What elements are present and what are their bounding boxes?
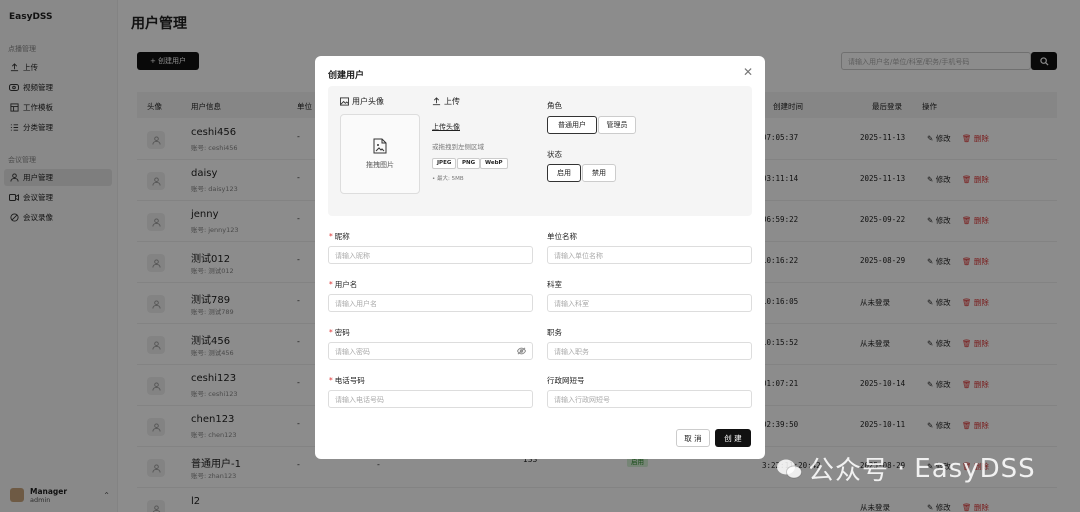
create-user-dialog: 创建用户 ✕ 用户头像 拖拽图片 上传 上传头像 或拖拽到左侧区域 JPEG P… bbox=[315, 56, 765, 459]
password-input[interactable]: 请输入密码 bbox=[328, 342, 533, 360]
nickname-label: * 昵称 bbox=[329, 232, 350, 241]
format-chip: PNG bbox=[457, 158, 481, 169]
username-input[interactable]: 请输入用户名 bbox=[328, 294, 533, 312]
upload-label-text: 上传 bbox=[444, 97, 460, 106]
cancel-button[interactable]: 取 消 bbox=[676, 429, 710, 447]
unit-input[interactable]: 请输入单位名称 bbox=[547, 246, 752, 264]
field-label: 电话号码 bbox=[334, 376, 365, 385]
image-file-icon bbox=[373, 138, 387, 154]
avatar-label: 用户头像 bbox=[340, 96, 384, 107]
field-label: 昵称 bbox=[334, 232, 350, 241]
avatar-dropzone[interactable]: 拖拽图片 bbox=[340, 114, 420, 194]
watermark: 公众号 · EasyDSS bbox=[776, 450, 1036, 487]
eye-off-icon[interactable] bbox=[517, 347, 526, 355]
short-number-label: 行政网短号 bbox=[547, 376, 585, 385]
status-option-disabled[interactable]: 禁用 bbox=[582, 164, 616, 182]
wechat-icon bbox=[777, 459, 802, 478]
department-input[interactable]: 请输入科室 bbox=[547, 294, 752, 312]
max-size-hint: • 最大: 5MB bbox=[432, 176, 464, 182]
watermark-dot: · bbox=[897, 453, 907, 484]
image-icon bbox=[340, 97, 349, 106]
upload-icon bbox=[432, 97, 441, 106]
dropzone-text: 拖拽图片 bbox=[366, 161, 394, 169]
role-label: 角色 bbox=[547, 101, 562, 110]
password-label: * 密码 bbox=[329, 328, 350, 337]
close-icon[interactable]: ✕ bbox=[743, 65, 753, 79]
role-option-admin[interactable]: 管理员 bbox=[598, 116, 636, 134]
field-label: 密码 bbox=[334, 328, 350, 337]
position-label: 职务 bbox=[547, 328, 562, 337]
phone-input[interactable]: 请输入电话号码 bbox=[328, 390, 533, 408]
avatar-label-text: 用户头像 bbox=[352, 97, 384, 106]
password-placeholder: 请输入密码 bbox=[335, 348, 370, 356]
nickname-input[interactable]: 请输入昵称 bbox=[328, 246, 533, 264]
dialog-title: 创建用户 bbox=[328, 71, 365, 81]
status-label: 状态 bbox=[547, 150, 562, 159]
short-number-input[interactable]: 请输入行政网短号 bbox=[547, 390, 752, 408]
avatar-settings-panel: 用户头像 拖拽图片 上传 上传头像 或拖拽到左侧区域 JPEG PNG WebP… bbox=[328, 86, 752, 216]
upload-hint: 或拖拽到左侧区域 bbox=[432, 143, 484, 151]
create-button[interactable]: 创 建 bbox=[715, 429, 751, 447]
phone-label: * 电话号码 bbox=[329, 376, 365, 385]
department-label: 科室 bbox=[547, 280, 562, 289]
format-chip: JPEG bbox=[432, 158, 457, 169]
role-option-user[interactable]: 普通用户 bbox=[547, 116, 597, 134]
watermark-prefix: 公众号 bbox=[808, 456, 890, 486]
status-option-enabled[interactable]: 启用 bbox=[547, 164, 581, 182]
format-chip: WebP bbox=[480, 158, 508, 169]
position-input[interactable]: 请输入职务 bbox=[547, 342, 752, 360]
upload-label: 上传 bbox=[432, 96, 460, 107]
unit-label: 单位名称 bbox=[547, 232, 577, 241]
field-label: 用户名 bbox=[334, 280, 358, 289]
username-label: * 用户名 bbox=[329, 280, 358, 289]
upload-avatar-link[interactable]: 上传头像 bbox=[432, 122, 460, 132]
watermark-brand: EasyDSS bbox=[914, 453, 1036, 484]
